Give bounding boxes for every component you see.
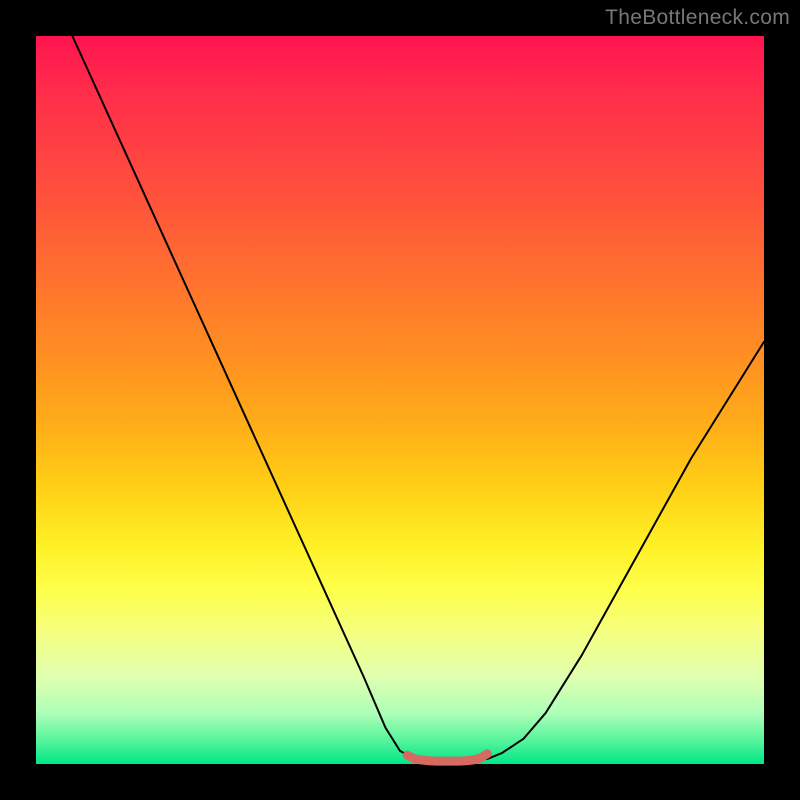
watermark-text: TheBottleneck.com	[605, 6, 790, 30]
chart-svg	[36, 36, 764, 764]
chart-frame: TheBottleneck.com	[0, 0, 800, 800]
plot-area	[36, 36, 764, 764]
series-flat-bottom-highlight	[407, 754, 487, 761]
series-left-curve	[72, 36, 429, 761]
series-right-curve	[473, 342, 764, 761]
